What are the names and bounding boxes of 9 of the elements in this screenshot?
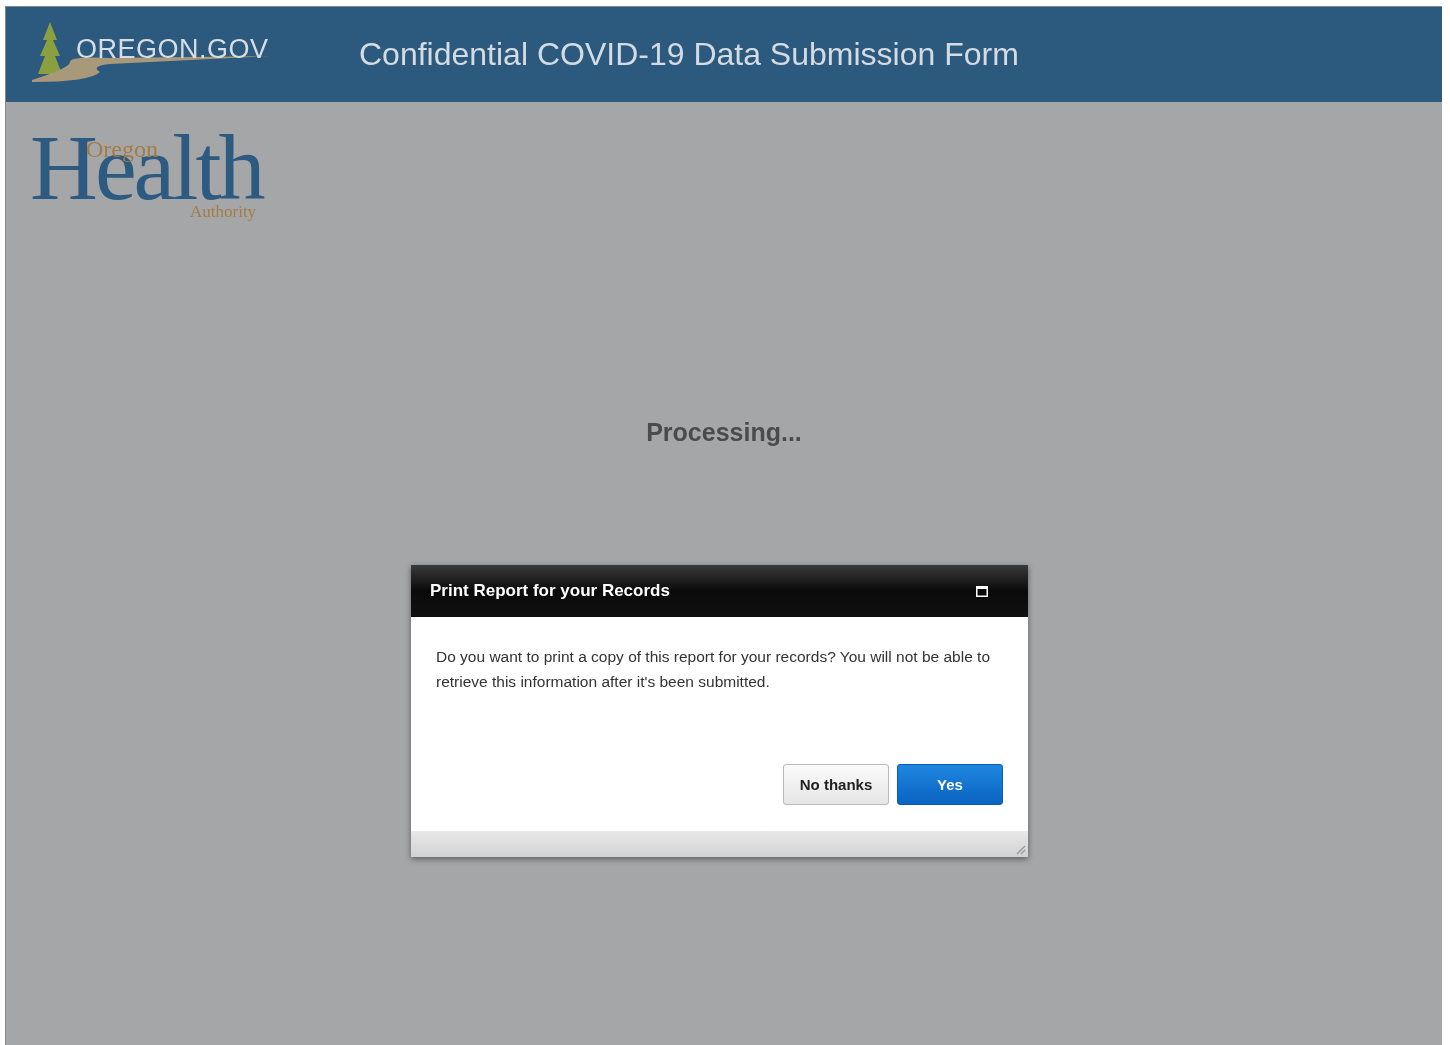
confirm-button[interactable]: Yes (897, 764, 1003, 805)
dialog-title: Print Report for your Records (430, 581, 670, 601)
resize-grip-icon[interactable] (1014, 843, 1026, 855)
site-logo[interactable]: OREGON.GOV (76, 33, 269, 65)
processing-status: Processing... (646, 418, 802, 447)
maximize-icon[interactable] (976, 585, 988, 597)
dialog-message: Do you want to print a copy of this report for your records? You will not be able to retrieve this information after it's been submitted. (436, 647, 991, 692)
decline-button[interactable]: No thanks (783, 764, 889, 805)
page-title: Confidential COVID-19 Data Submission Form (359, 36, 1019, 73)
